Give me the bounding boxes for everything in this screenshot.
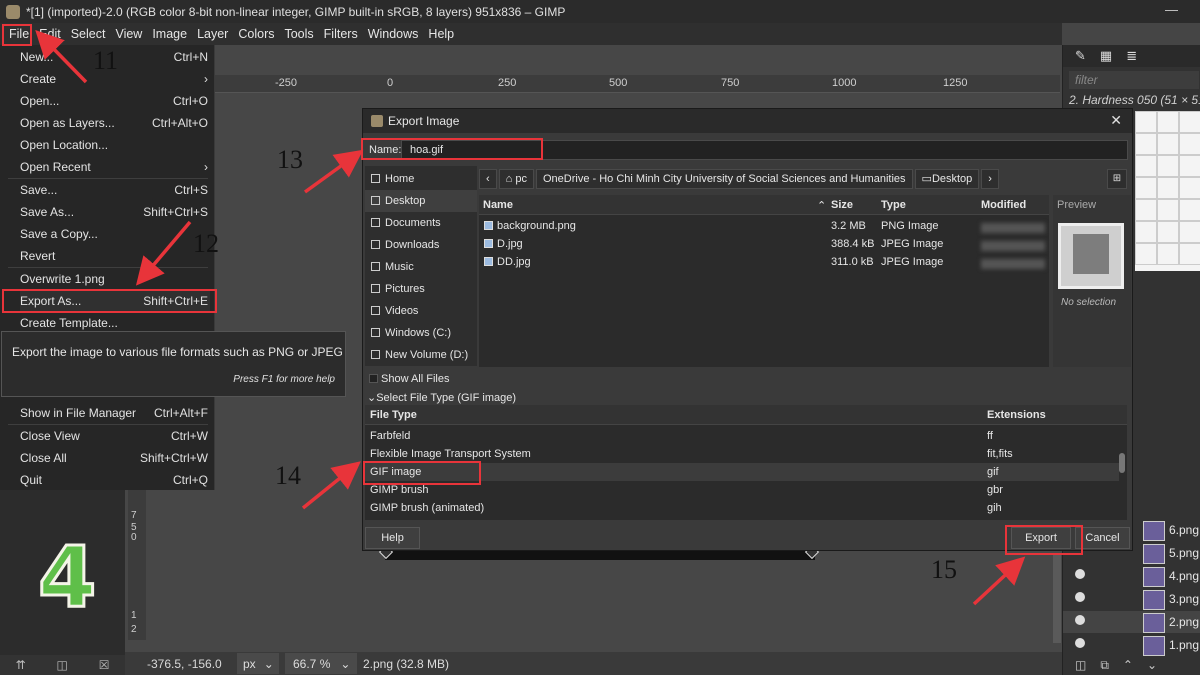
- arrow-step-13: [303, 149, 364, 194]
- arrow-step-11: [35, 29, 88, 84]
- annotation-arrows: [35, 29, 1026, 606]
- arrow-step-14: [301, 461, 361, 510]
- arrow-step-12: [135, 220, 192, 286]
- arrow-step-15: [972, 556, 1026, 606]
